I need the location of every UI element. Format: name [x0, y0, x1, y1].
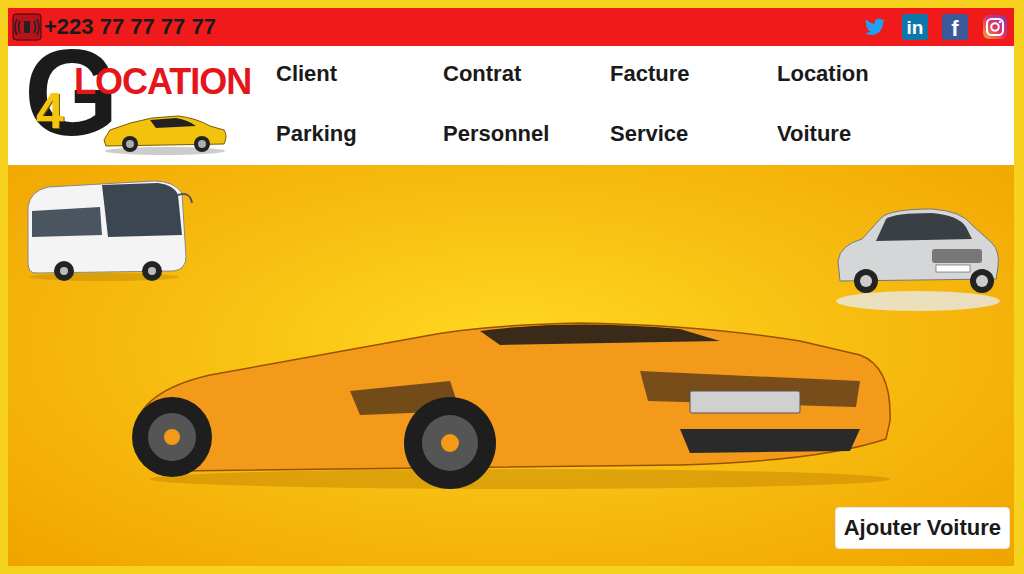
nav-link[interactable]: Facture: [610, 46, 777, 106]
hero-banner: Ajouter Voiture: [8, 165, 1014, 566]
twitter-icon[interactable]: [864, 16, 886, 38]
nav-link[interactable]: Voiture: [777, 106, 944, 166]
nav-link[interactable]: Personnel: [443, 106, 610, 166]
nav-link[interactable]: Service: [610, 106, 777, 166]
logo[interactable]: GLOCATION4: [8, 46, 268, 165]
instagram-icon[interactable]: [982, 14, 1008, 40]
facebook-link[interactable]: f: [942, 14, 968, 40]
nav-link[interactable]: Client: [276, 46, 443, 106]
add-car-button[interactable]: Ajouter Voiture: [835, 507, 1010, 549]
header: GLOCATION4ClientContratFactureLocationPa…: [8, 46, 1014, 165]
logo-number: 4: [36, 86, 64, 136]
main-nav: ClientContratFactureLocation ParkingPerso…: [268, 46, 1014, 165]
instagram-link[interactable]: [982, 14, 1008, 40]
twitter-link[interactable]: [862, 14, 888, 40]
nav-link[interactable]: Contrat: [443, 46, 610, 106]
nav-link[interactable]: Parking: [276, 106, 443, 166]
bus-image: [24, 177, 194, 283]
sports-car-image: [120, 311, 900, 491]
page-frame: +223 77 77 77 77infGLOCATION4ClientContr…: [0, 0, 1024, 574]
top-bar: +223 77 77 77 77inf: [8, 8, 1014, 46]
linkedin-link[interactable]: in: [902, 14, 928, 40]
social-links: inf: [862, 14, 1010, 40]
logo-word: LOCATION: [74, 64, 251, 100]
logo-car-icon: [100, 104, 230, 156]
nav-link[interactable]: Location: [777, 46, 944, 106]
silver-car-image: [832, 203, 1002, 315]
